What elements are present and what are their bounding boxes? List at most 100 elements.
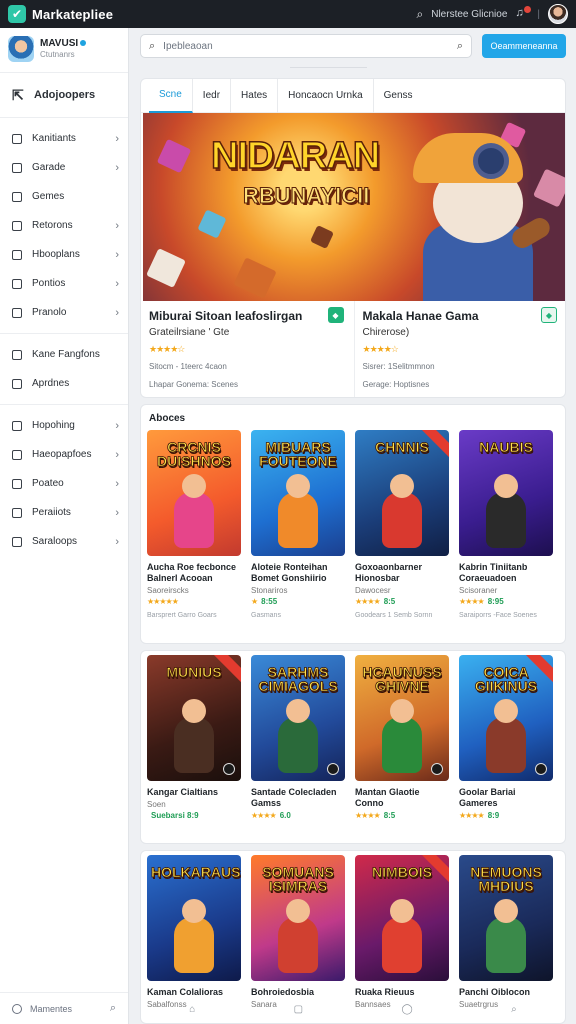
tab[interactable]: Scne <box>149 79 193 113</box>
tab[interactable]: Honcaocn Urnka <box>278 79 374 113</box>
rating-stars: ★★★★☆ <box>149 344 185 354</box>
card-rating: ★★★★ 6.0 <box>251 811 345 820</box>
thumbnail-title: HCAUNUSS GHIVNE <box>362 664 442 694</box>
game-thumbnail[interactable]: MUNIUS <box>147 655 241 781</box>
game-thumbnail[interactable]: SARHMS CIMIAGOLS <box>251 655 345 781</box>
sidebar-item[interactable]: Haeopapfoes › <box>0 440 128 469</box>
search-input[interactable]: ⌕ Ipebleaoan ⌕ <box>140 34 472 58</box>
game-card[interactable]: COICA GIIKINUS Goolar Bariai Gameres ★★★★ 8… <box>459 655 553 820</box>
chevron-right-icon: › <box>115 161 119 174</box>
divider: | <box>537 8 540 20</box>
game-card[interactable]: MIBUARS FOUTEONE Aloteie Ronteihan Bomet … <box>251 430 345 619</box>
featured-meta: Lhapar Gonema: Scenes <box>149 380 238 389</box>
game-card[interactable]: SARHMS CIMIAGOLS Santade Colecladen Gamss… <box>251 655 345 820</box>
tab[interactable]: Hates <box>231 79 279 113</box>
sidebar-item-label: Peraiiots <box>32 507 71 518</box>
thumbnail-title: NEMUONS MHDIUS <box>470 864 542 894</box>
search-icon[interactable]: ⌕ <box>417 7 424 22</box>
thumbnail-character <box>382 699 422 773</box>
back-link[interactable]: ⇱ Adojoopers <box>0 77 128 113</box>
profile[interactable]: MAVUSI Ctutnanrs <box>0 28 128 73</box>
chevron-right-icon: › <box>115 535 119 548</box>
sidebar-item[interactable]: Pranolo › <box>0 298 128 327</box>
game-card[interactable]: MUNIUS Kangar Cialtians Soen Suebarsi 8:9 <box>147 655 241 820</box>
sidebar-item[interactable]: Pontios › <box>0 269 128 298</box>
sidebar-item[interactable]: Poateo › <box>0 469 128 498</box>
game-thumbnail[interactable]: NAUBIS <box>459 430 553 556</box>
character-head <box>390 474 414 498</box>
card-price: 8:5 <box>383 597 396 606</box>
card-meta: Saraiporrs -Face Soenes <box>459 612 537 619</box>
game-card[interactable]: HOLKARAUS Kaman Colalioras Sabalfonss <box>147 855 241 1009</box>
character-head <box>182 474 206 498</box>
sidebar-item[interactable]: Peraiiots › <box>0 498 128 527</box>
card-title: Ruaka Rieuus <box>355 987 415 997</box>
thumbnail-character <box>486 699 526 773</box>
featured-meta: Gerage: Hoptisnes <box>362 380 430 389</box>
sidebar-item[interactable]: Aprdnes <box>0 369 128 398</box>
chevron-right-icon: › <box>115 306 119 319</box>
game-thumbnail[interactable]: CHNNIS <box>355 430 449 556</box>
user-icon[interactable]: ◯ <box>402 1004 413 1015</box>
card-meta: Barsprert Garro Goars <box>147 612 217 619</box>
card-rating: ★ 8:55 <box>251 597 345 606</box>
nav-icon <box>12 133 22 144</box>
nav-group-back: ⇱ Adojoopers <box>0 73 128 118</box>
game-card[interactable]: SOMUANS ISIMRAS Bohroiedosbia Sanara <box>251 855 345 1009</box>
game-thumbnail[interactable]: COICA GIIKINUS <box>459 655 553 781</box>
card-meta: Gasmans <box>251 612 281 619</box>
play-icon[interactable] <box>223 763 235 775</box>
sidebar-item[interactable]: Garade › <box>0 153 128 182</box>
footer-search-icon[interactable]: ⌕ <box>110 1002 116 1015</box>
game-card[interactable]: CHNNIS Goxoaonbarner Hionosbar Dawocesr ★★★… <box>355 430 449 619</box>
sidebar-item[interactable]: Saraloops › <box>0 527 128 556</box>
card-title: Goolar Bariai Gameres <box>459 787 516 808</box>
primary-button[interactable]: Oeammeneanna <box>482 34 566 58</box>
sidebar-item[interactable]: Gemes <box>0 182 128 211</box>
card-price: Suebarsi 8:9 <box>151 811 199 820</box>
user-text[interactable]: Nlerstee Glicnioe <box>431 9 507 20</box>
thumbnail-title: NAUBIS <box>479 439 533 455</box>
bell-icon[interactable]: ♫ <box>515 6 532 21</box>
game-card[interactable]: CRCNIS DUISHNOS Aucha Roe fecbonce Balner… <box>147 430 241 619</box>
search-row: ⌕ Ipebleaoan ⌕ Oeammeneanna <box>140 34 566 58</box>
game-thumbnail[interactable]: NEMUONS MHDIUS <box>459 855 553 981</box>
sidebar-footer[interactable]: Mamentes ⌕ <box>0 992 128 1024</box>
game-card[interactable]: HCAUNUSS GHIVNE Mantan Glaotie Conno ★★★★ 8… <box>355 655 449 820</box>
game-card[interactable]: NIMBOIS Ruaka Rieuus Bannsaes <box>355 855 449 1009</box>
profile-name: MAVUSI <box>40 38 79 49</box>
rating-stars: ★★★★☆ <box>362 344 399 354</box>
play-icon[interactable] <box>327 763 339 775</box>
chat-icon[interactable]: ▢ <box>294 1004 303 1015</box>
play-icon[interactable] <box>535 763 547 775</box>
search-submit-icon[interactable]: ⌕ <box>457 40 463 53</box>
card-price: 6.0 <box>279 811 291 820</box>
sidebar-item[interactable]: Kanitiants › <box>0 124 128 153</box>
game-thumbnail[interactable]: CRCNIS DUISHNOS <box>147 430 241 556</box>
sidebar-item[interactable]: Kane Fangfons <box>0 340 128 369</box>
card-title: Aloteie Ronteihan Bomet Gonshiirio <box>251 562 328 583</box>
game-thumbnail[interactable]: NIMBOIS <box>355 855 449 981</box>
featured-card[interactable]: Makala Hanae Gama Chirerose) ★★★★☆ Sisrer: … <box>355 301 566 397</box>
search-icon[interactable]: ⌕ <box>511 1004 517 1015</box>
settings-icon <box>12 1003 22 1014</box>
game-thumbnail[interactable]: HOLKARAUS <box>147 855 241 981</box>
sidebar-item[interactable]: Hopohing › <box>0 411 128 440</box>
nav-icon <box>12 249 22 260</box>
back-label: Adojoopers <box>34 89 96 101</box>
sidebar-item[interactable]: Hbooplans › <box>0 240 128 269</box>
hero-banner[interactable]: NIDARAN RBUNAYICII <box>143 113 565 301</box>
game-thumbnail[interactable]: HCAUNUSS GHIVNE <box>355 655 449 781</box>
tab[interactable]: Genss <box>374 79 423 113</box>
avatar[interactable] <box>548 4 568 24</box>
home-icon[interactable]: ⌂ <box>189 1004 195 1015</box>
game-card[interactable]: NAUBIS Kabrin Tiniitanb Coraeuadoen Scisor… <box>459 430 553 619</box>
notification-dot <box>524 6 532 13</box>
game-thumbnail[interactable]: MIBUARS FOUTEONE <box>251 430 345 556</box>
play-icon[interactable] <box>431 763 443 775</box>
sidebar-item[interactable]: Retorons › <box>0 211 128 240</box>
tab[interactable]: Iedr <box>193 79 232 113</box>
game-thumbnail[interactable]: SOMUANS ISIMRAS <box>251 855 345 981</box>
game-card[interactable]: NEMUONS MHDIUS Panchi Oiblocon Suaetrgrus <box>459 855 553 1009</box>
featured-card[interactable]: Miburai Sitoan leafoslirgan Grateilrsiane… <box>141 301 355 397</box>
